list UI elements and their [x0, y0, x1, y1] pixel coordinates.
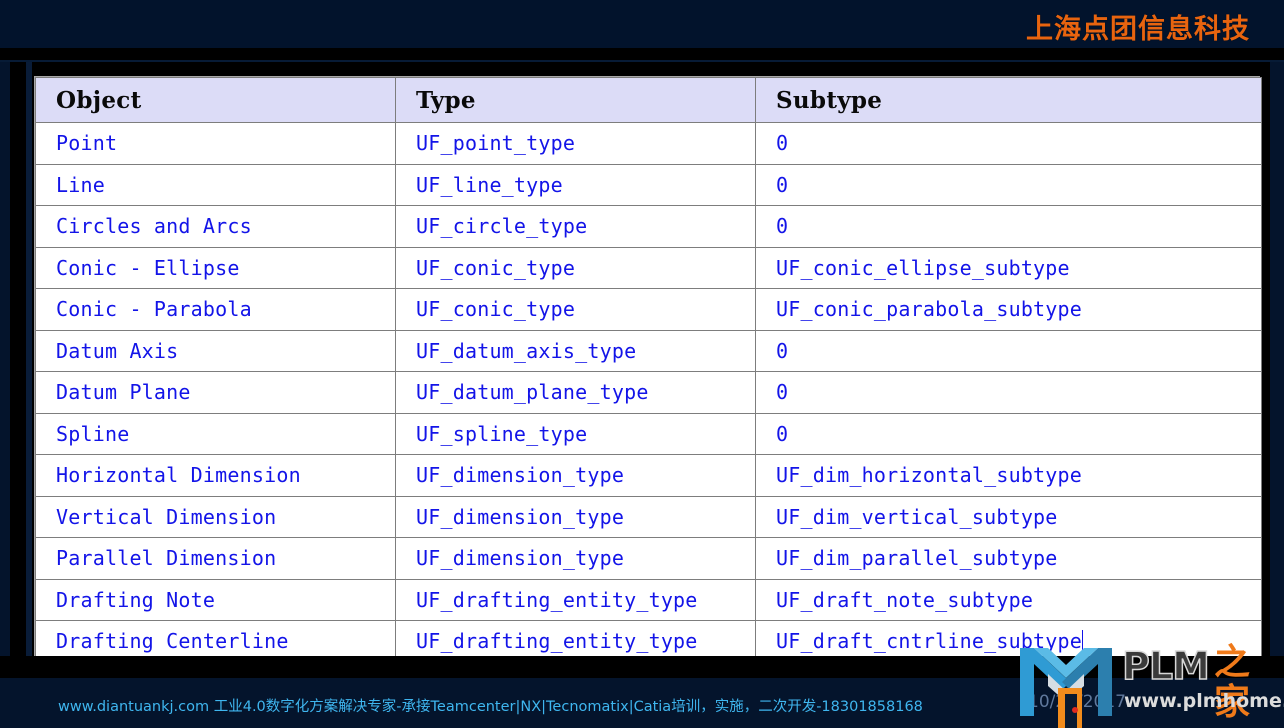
cell-subtype-text: UF_dim_vertical_subtype — [776, 504, 1058, 529]
object-type-table: Object Type Subtype Point UF_point_type 0 L… — [35, 77, 1262, 663]
cell-subtype-text: 0 — [776, 380, 789, 405]
cell-subtype-text: 0 — [776, 421, 789, 446]
cell-subtype-text: UF_conic_parabola_subtype — [776, 297, 1083, 322]
cell-type: UF_datum_axis_type — [395, 329, 756, 372]
cell-subtype-text: 0 — [776, 214, 789, 239]
cell-type: UF_dimension_type — [395, 454, 756, 497]
cell-object: Spline — [35, 412, 396, 455]
cell-object: Datum Plane — [35, 371, 396, 414]
cell-subtype: 0 — [755, 329, 1262, 372]
cell-subtype: UF_dim_parallel_subtype — [755, 537, 1262, 580]
left-edge-strip — [0, 62, 10, 677]
column-header-object: Object — [35, 77, 396, 123]
cell-object: Horizontal Dimension — [35, 454, 396, 497]
cell-type: UF_drafting_entity_type — [395, 578, 756, 621]
cell-subtype: UF_dim_horizontal_subtype — [755, 454, 1262, 497]
cell-object: Circles and Arcs — [35, 205, 396, 248]
cell-subtype-text: 0 — [776, 131, 789, 156]
cell-type: UF_line_type — [395, 163, 756, 206]
cell-subtype-text: UF_dim_horizontal_subtype — [776, 463, 1083, 488]
table-row: Datum Plane UF_datum_plane_type 0 — [35, 371, 1262, 414]
cell-object: Datum Axis — [35, 329, 396, 372]
cell-object: Point — [35, 122, 396, 165]
cell-type: UF_conic_type — [395, 246, 756, 289]
table-row: Datum Axis UF_datum_axis_type 0 — [35, 329, 1262, 372]
cell-object: Drafting Note — [35, 578, 396, 621]
footer-info-text: www.diantuankj.com 工业4.0数字化方案解决专家-承接Team… — [58, 699, 923, 715]
table-row: Conic - Parabola UF_conic_type UF_conic_pa… — [35, 288, 1262, 331]
table-body: Point UF_point_type 0 Line UF_line_type 0 Circ… — [35, 122, 1262, 663]
slide-canvas: 上海点团信息科技 Object Type Subtype Point UF_poi… — [0, 0, 1284, 728]
cell-type: UF_point_type — [395, 122, 756, 165]
cell-subtype-text: 0 — [776, 338, 789, 363]
cell-subtype-text: 0 — [776, 172, 789, 197]
cell-type: UF_datum_plane_type — [395, 371, 756, 414]
plm-url: www.plmhome.com — [1124, 690, 1284, 712]
brand-title: 上海点团信息科技 — [1026, 14, 1250, 45]
cell-object: Conic - Ellipse — [35, 246, 396, 289]
plm-mark-icon — [1012, 644, 1120, 728]
cell-type: UF_spline_type — [395, 412, 756, 455]
inner-left-strip — [26, 62, 32, 677]
cell-subtype: 0 — [755, 122, 1262, 165]
table-row: Line UF_line_type 0 — [35, 163, 1262, 206]
cell-type: UF_circle_type — [395, 205, 756, 248]
cell-subtype: 0 — [755, 371, 1262, 414]
plm-wordmark: PLM 之家 — [1121, 642, 1282, 722]
plm-logo: PLM 之家 www.plmhome.com — [1008, 640, 1284, 728]
cell-subtype: 0 — [755, 163, 1262, 206]
cell-object: Vertical Dimension — [35, 495, 396, 538]
table-row: Circles and Arcs UF_circle_type 0 — [35, 205, 1262, 248]
plm-letters: PLM — [1121, 644, 1210, 688]
column-header-type: Type — [395, 77, 756, 123]
table-row: Parallel Dimension UF_dimension_type UF_di… — [35, 537, 1262, 580]
cell-subtype: UF_dim_vertical_subtype — [755, 495, 1262, 538]
table-frame: Object Type Subtype Point UF_point_type 0 L… — [34, 76, 1262, 663]
table-row: Point UF_point_type 0 — [35, 122, 1262, 165]
cell-object: Line — [35, 163, 396, 206]
cell-object: Parallel Dimension — [35, 537, 396, 580]
cell-object: Conic - Parabola — [35, 288, 396, 331]
table-row: Conic - Ellipse UF_conic_type UF_conic_ell… — [35, 246, 1262, 289]
cell-subtype-text: UF_conic_ellipse_subtype — [776, 255, 1070, 280]
table-row: Horizontal Dimension UF_dimension_type UF_… — [35, 454, 1262, 497]
table-row: Spline UF_spline_type 0 — [35, 412, 1262, 455]
right-edge-strip — [1270, 62, 1284, 677]
table-row: Drafting Note UF_drafting_entity_type UF_d… — [35, 578, 1262, 621]
table-row: Vertical Dimension UF_dimension_type UF_di… — [35, 495, 1262, 538]
table-header-row: Object Type Subtype — [35, 77, 1262, 123]
cell-subtype-text: UF_draft_note_subtype — [776, 587, 1034, 612]
cell-subtype: 0 — [755, 412, 1262, 455]
column-header-subtype: Subtype — [755, 77, 1262, 123]
cell-type: UF_conic_type — [395, 288, 756, 331]
cell-subtype: 0 — [755, 205, 1262, 248]
cell-subtype: UF_conic_parabola_subtype — [755, 288, 1262, 331]
cell-subtype-text: UF_dim_parallel_subtype — [776, 546, 1058, 571]
table-header: Object Type Subtype — [35, 77, 1262, 123]
cell-subtype: UF_draft_note_subtype — [755, 578, 1262, 621]
cell-type: UF_dimension_type — [395, 495, 756, 538]
cell-subtype: UF_conic_ellipse_subtype — [755, 246, 1262, 289]
cell-type: UF_dimension_type — [395, 537, 756, 580]
